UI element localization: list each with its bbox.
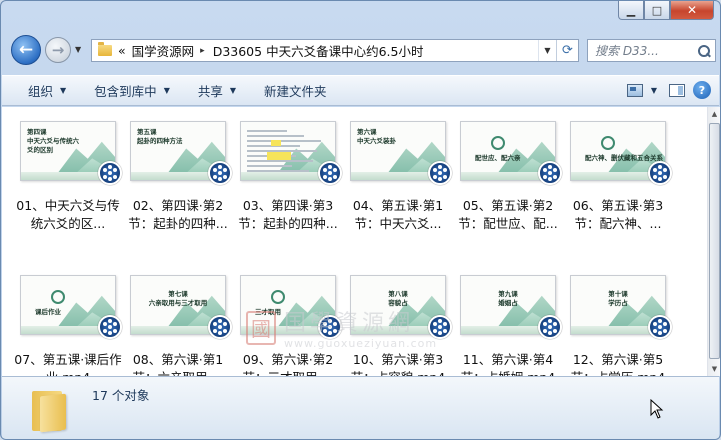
file-name: 08、第六课·第1节：六亲取用.... (132, 352, 224, 376)
breadcrumb-overflow[interactable]: « (118, 43, 126, 58)
scrollbar-thumb[interactable] (709, 123, 720, 359)
file-name: 12、第六课·第5节：占学历.mp4 (571, 352, 666, 376)
video-reel-icon (538, 161, 562, 185)
forward-button[interactable]: → (45, 37, 71, 63)
video-reel-icon (98, 161, 122, 185)
file-list[interactable]: 第四课 中天六爻与传统六 爻的区别 01、中天六爻与传统六爻的区... 第五课 起卦… (2, 107, 707, 376)
file-name: 03、第四课·第3节：起卦的四种... (238, 198, 338, 231)
item-count: 17 个对象 (92, 388, 150, 403)
thumbnail-title: 第四课 中天六爻与传统六 爻的区别 (27, 128, 79, 154)
thumbnail-title: 配世应、配六亲 (475, 154, 521, 162)
thumbnail-title: 第十课 学历占 (608, 290, 628, 307)
preview-pane-icon[interactable] (669, 83, 685, 97)
course-logo-icon (51, 290, 65, 304)
folder-icon (32, 387, 72, 433)
thumbnail-title: 第九课 婚姻占 (498, 290, 518, 307)
breadcrumb-current[interactable]: D33605 中天六爻备课中心约6.5小时 (213, 41, 424, 60)
video-reel-icon (538, 315, 562, 339)
arrow-left-icon: ← (18, 40, 34, 60)
file-name: 01、中天六爻与传统六爻的区... (16, 198, 120, 231)
arrow-right-icon: → (51, 41, 65, 59)
file-name: 05、第五课·第2节：配世应、配... (458, 198, 558, 231)
video-reel-icon (428, 315, 452, 339)
video-reel-icon (98, 315, 122, 339)
video-reel-icon (318, 315, 342, 339)
video-reel-icon (208, 315, 232, 339)
refresh-button[interactable]: ⟳ (556, 40, 578, 61)
file-name: 09、第六课·第2节：三才取用.... (242, 352, 334, 376)
share-menu[interactable]: 共享 ▼ (198, 81, 236, 100)
view-options-dropdown[interactable]: ▼ (651, 86, 657, 95)
thumbnail-title: 第七课 六亲取用与三才取用 (148, 290, 208, 307)
explorer-window: ▁ □ ✕ ← → ▼ « 国学资源网 ▸ D33605 中天六爻备课中心约6.… (0, 0, 721, 440)
thumbnail-title: 配六神、删伏藏和五合关系 (585, 154, 663, 162)
file-name: 06、第五课·第3节：配六神、... (572, 198, 664, 231)
search-icon[interactable] (697, 44, 711, 58)
caret-down-icon: ▼ (60, 86, 67, 95)
address-dropdown-button[interactable]: ▼ (538, 40, 556, 61)
organize-label: 组织 (28, 84, 54, 99)
folder-icon (98, 42, 112, 56)
course-logo-icon (491, 136, 505, 150)
mouse-cursor-icon (650, 399, 664, 419)
course-logo-icon (271, 290, 285, 304)
file-name: 07、第五课·课后作业.mp4 (14, 352, 122, 376)
caret-down-icon: ▼ (229, 86, 237, 95)
file-name: 02、第四课·第2节：起卦的四种... (128, 198, 228, 231)
view-controls: ▼ ? (626, 81, 711, 99)
thumbnail-title: 课后作业 (35, 308, 61, 316)
new-folder-button[interactable]: 新建文件夹 (264, 81, 327, 100)
details-pane: 17 个对象 (2, 376, 719, 439)
scroll-down-arrow-icon[interactable]: ▼ (708, 362, 720, 376)
minimize-button[interactable]: ▁ (618, 1, 644, 20)
thumbnail-title: 第八课 容貌占 (388, 290, 408, 307)
organize-menu[interactable]: 组织 ▼ (28, 81, 66, 100)
video-reel-icon (318, 161, 342, 185)
navigation-bar: ← → ▼ « 国学资源网 ▸ D33605 中天六爻备课中心约6.5小时 ▼ … (7, 35, 716, 67)
close-button[interactable]: ✕ (670, 1, 714, 20)
caret-down-icon: ▼ (163, 86, 170, 95)
share-label: 共享 (197, 84, 223, 99)
breadcrumb-root[interactable]: 国学资源网 (132, 41, 195, 60)
include-in-library-menu[interactable]: 包含到库中 ▼ (94, 81, 170, 100)
command-bar: 组织 ▼ 包含到库中 ▼ 共享 ▼ 新建文件夹 ▼ ? (2, 75, 719, 106)
search-box[interactable] (587, 39, 716, 62)
refresh-icon: ⟳ (562, 43, 573, 58)
watermark-url: www.guoxueziyuan.com (284, 337, 438, 350)
thumbnail-title: 第六课 中天六爻装卦 (357, 128, 396, 145)
video-reel-icon (428, 161, 452, 185)
maximize-button[interactable]: □ (644, 1, 670, 20)
help-icon[interactable]: ? (693, 81, 711, 99)
caption-buttons: ▁ □ ✕ (618, 1, 714, 21)
thumbnail-title: 第五课 起卦的四种方法 (137, 128, 183, 145)
video-reel-icon (648, 315, 672, 339)
recent-pages-dropdown[interactable]: ▼ (75, 45, 81, 54)
file-name: 11、第六课·第4节：占婚姻.mp4 (461, 352, 556, 376)
breadcrumb-separator-icon[interactable]: ▸ (200, 46, 205, 56)
new-folder-label: 新建文件夹 (264, 84, 327, 99)
address-bar[interactable]: « 国学资源网 ▸ D33605 中天六爻备课中心约6.5小时 ▼ ⟳ (91, 39, 579, 62)
video-reel-icon (208, 161, 232, 185)
file-name: 04、第五课·第1节：中天六爻... (352, 198, 444, 231)
search-input[interactable] (595, 43, 691, 58)
back-button[interactable]: ← (11, 35, 41, 65)
include-label: 包含到库中 (94, 84, 157, 99)
file-name: 10、第六课·第3节：占容貌.mp4 (351, 352, 446, 376)
scroll-up-arrow-icon[interactable]: ▲ (708, 107, 720, 121)
thumbnail-title: 三才取用 (255, 308, 281, 316)
change-view-icon[interactable] (626, 83, 643, 97)
vertical-scrollbar[interactable]: ▲ ▼ (707, 107, 720, 376)
course-logo-icon (601, 136, 615, 150)
video-reel-icon (648, 161, 672, 185)
